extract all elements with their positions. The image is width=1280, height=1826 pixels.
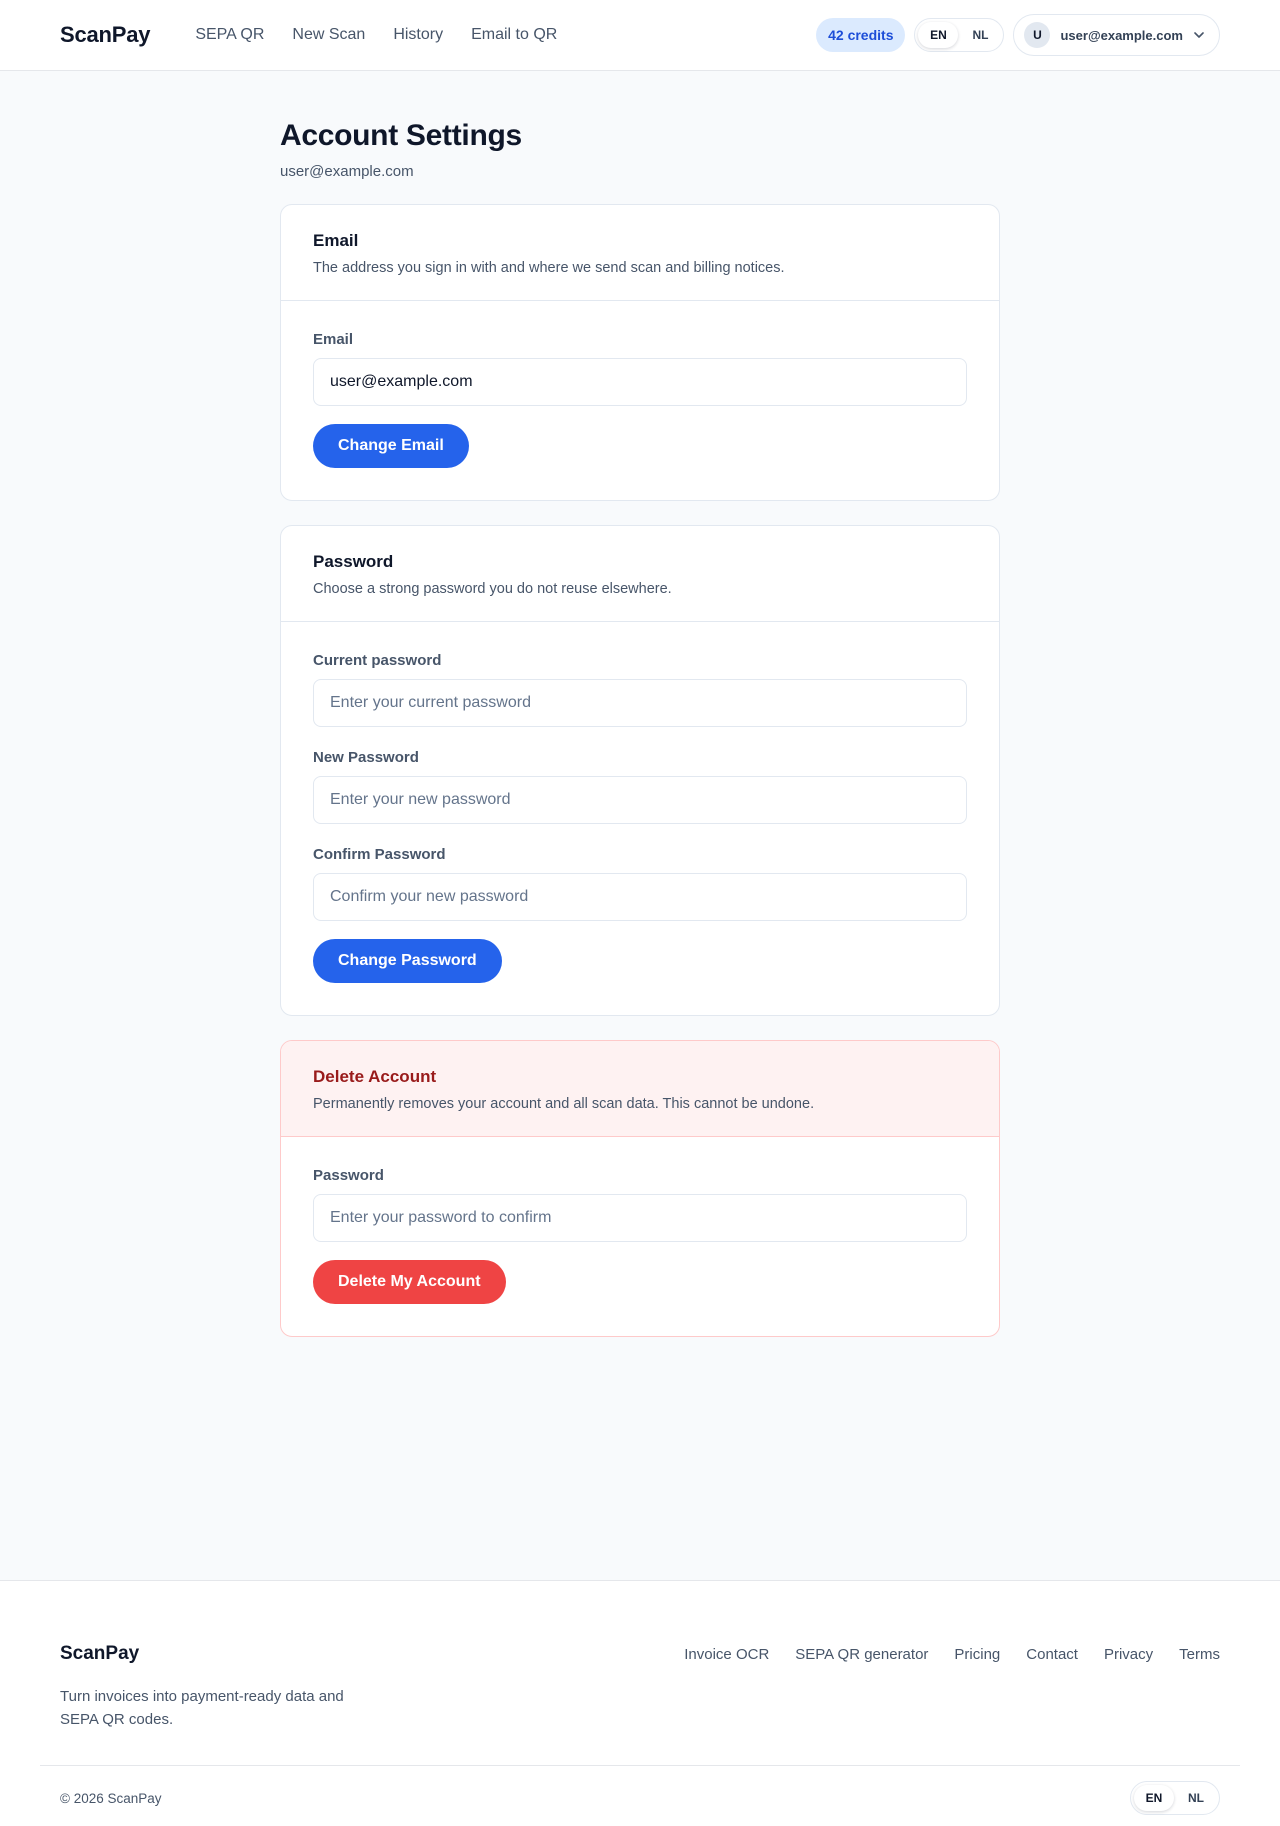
email-card: Email The address you sign in with and w… bbox=[280, 204, 1000, 501]
credits-badge[interactable]: 42 credits bbox=[816, 18, 906, 52]
user-menu-button[interactable]: U user@example.com bbox=[1013, 14, 1220, 56]
email-card-title: Email bbox=[313, 231, 359, 250]
footer-brand[interactable]: ScanPay bbox=[60, 1643, 360, 1665]
email-field-group: Email bbox=[313, 331, 967, 406]
footer-language-switcher: EN NL bbox=[1130, 1781, 1220, 1815]
footer-link-pricing[interactable]: Pricing bbox=[954, 1646, 1000, 1731]
avatar: U bbox=[1024, 22, 1051, 48]
password-card: Password Choose a strong password you do… bbox=[280, 525, 1000, 1016]
nav-link-email-to-qr[interactable]: Email to QR bbox=[471, 26, 557, 44]
password-card-body: Current password New Password Confirm Pa… bbox=[281, 622, 999, 1015]
delete-card-header: Delete Account Permanently removes your … bbox=[281, 1041, 999, 1137]
email-input[interactable] bbox=[313, 358, 967, 406]
footer-link-sepa-qr-generator[interactable]: SEPA QR generator bbox=[795, 1646, 928, 1731]
lang-nl-button[interactable]: NL bbox=[960, 22, 1000, 48]
email-field-label: Email bbox=[313, 331, 354, 348]
footer-lang-en-button[interactable]: EN bbox=[1134, 1785, 1174, 1811]
footer-link-contact[interactable]: Contact bbox=[1026, 1646, 1078, 1731]
new-password-label: New Password bbox=[313, 749, 419, 766]
language-switcher: EN NL bbox=[914, 18, 1005, 52]
settings-main: Account Settings user@example.com Email … bbox=[280, 71, 1000, 1337]
copyright: © 2026 ScanPay bbox=[60, 1790, 162, 1806]
password-card-title: Password bbox=[313, 552, 394, 571]
footer-tagline: Turn invoices into payment-ready data an… bbox=[60, 1688, 344, 1728]
delete-account-button[interactable]: Delete My Account bbox=[313, 1260, 506, 1304]
footer-link-privacy[interactable]: Privacy bbox=[1104, 1646, 1153, 1731]
nav-link-new-scan[interactable]: New Scan bbox=[292, 26, 365, 44]
site-footer: ScanPay Turn invoices into payment-ready… bbox=[0, 1580, 1280, 1826]
footer-link-terms[interactable]: Terms bbox=[1179, 1646, 1220, 1731]
footer-brand-block: ScanPay Turn invoices into payment-ready… bbox=[60, 1643, 360, 1731]
brand-logo[interactable]: ScanPay bbox=[60, 22, 151, 48]
footer-lang-nl-button[interactable]: NL bbox=[1176, 1785, 1216, 1811]
delete-card-body: Password Delete My Account bbox=[281, 1137, 999, 1336]
page-subtitle: user@example.com bbox=[280, 163, 414, 180]
current-password-group: Current password bbox=[313, 652, 967, 727]
delete-account-card: Delete Account Permanently removes your … bbox=[280, 1040, 1000, 1337]
footer-link-invoice-ocr[interactable]: Invoice OCR bbox=[684, 1646, 769, 1731]
delete-password-group: Password bbox=[313, 1167, 967, 1242]
confirm-password-input[interactable] bbox=[313, 873, 967, 921]
footer-top: ScanPay Turn invoices into payment-ready… bbox=[0, 1581, 1280, 1731]
nav-link-sepa-qr[interactable]: SEPA QR bbox=[195, 26, 264, 44]
user-email: user@example.com bbox=[1060, 27, 1183, 43]
footer-bottom: © 2026 ScanPay EN NL bbox=[0, 1766, 1280, 1815]
delete-card-description: Permanently removes your account and all… bbox=[313, 1096, 815, 1112]
footer-links: Invoice OCR SEPA QR generator Pricing Co… bbox=[684, 1643, 1220, 1731]
delete-card-title: Delete Account bbox=[313, 1067, 437, 1086]
chevron-down-icon bbox=[1193, 29, 1205, 41]
header-actions: 42 credits EN NL U user@example.com bbox=[816, 14, 1220, 56]
email-card-description: The address you sign in with and where w… bbox=[313, 260, 785, 276]
password-card-header: Password Choose a strong password you do… bbox=[281, 526, 999, 622]
change-email-button[interactable]: Change Email bbox=[313, 424, 469, 468]
new-password-input[interactable] bbox=[313, 776, 967, 824]
delete-password-input[interactable] bbox=[313, 1194, 967, 1242]
main-nav: SEPA QR New Scan History Email to QR bbox=[195, 26, 557, 44]
delete-password-label: Password bbox=[313, 1167, 384, 1184]
email-card-body: Email Change Email bbox=[281, 301, 999, 500]
new-password-group: New Password bbox=[313, 749, 967, 824]
lang-en-button[interactable]: EN bbox=[918, 22, 959, 48]
top-navbar: ScanPay SEPA QR New Scan History Email t… bbox=[0, 0, 1280, 71]
password-card-description: Choose a strong password you do not reus… bbox=[313, 581, 672, 597]
nav-link-history[interactable]: History bbox=[393, 26, 443, 44]
current-password-input[interactable] bbox=[313, 679, 967, 727]
confirm-password-label: Confirm Password bbox=[313, 846, 446, 863]
confirm-password-group: Confirm Password bbox=[313, 846, 967, 921]
email-card-header: Email The address you sign in with and w… bbox=[281, 205, 999, 301]
change-password-button[interactable]: Change Password bbox=[313, 939, 502, 983]
current-password-label: Current password bbox=[313, 652, 442, 669]
page-title: Account Settings bbox=[280, 119, 522, 152]
